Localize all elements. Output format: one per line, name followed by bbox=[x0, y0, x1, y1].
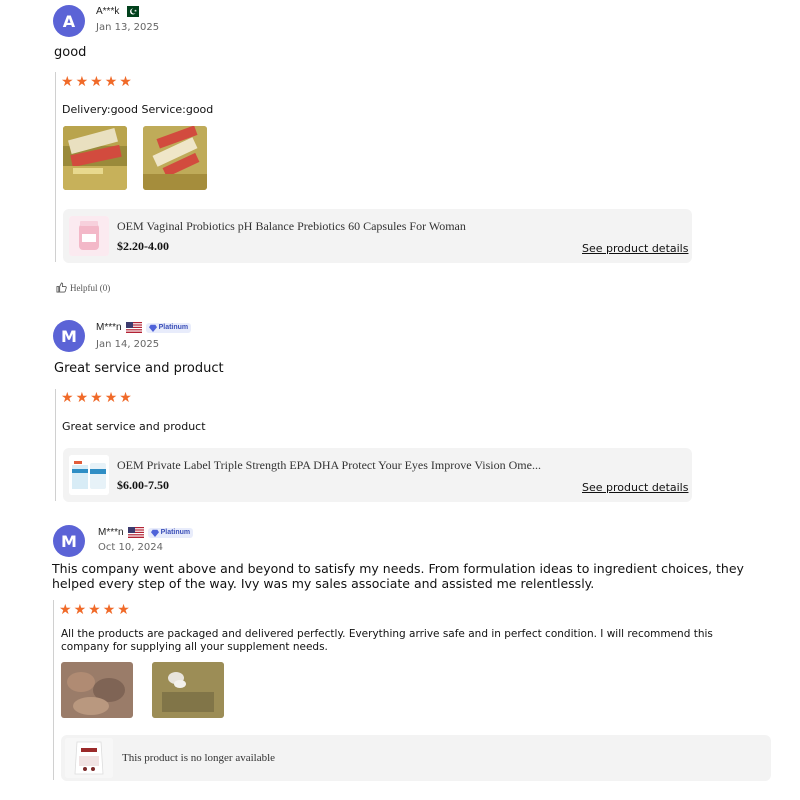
review-date: Oct 10, 2024 bbox=[98, 542, 163, 553]
product-unavailable-text: This product is no longer available bbox=[122, 752, 276, 764]
star-icon: ★ bbox=[61, 389, 74, 405]
star-icon: ★ bbox=[119, 73, 132, 89]
badge-label: Platinum bbox=[160, 529, 191, 536]
star-icon: ★ bbox=[61, 73, 74, 89]
helpful-button[interactable]: Helpful (0) bbox=[56, 282, 110, 293]
product-card[interactable]: OEM Private Label Triple Strength EPA DH… bbox=[63, 448, 692, 502]
pakistan-flag-icon bbox=[123, 6, 140, 17]
avatar: M bbox=[53, 525, 85, 557]
review-headline: This company went above and beyond to sa… bbox=[52, 561, 744, 591]
reviewer-info: M***n Platinum bbox=[98, 527, 194, 538]
platinum-badge: Platinum bbox=[145, 322, 192, 333]
rating-stars: ★ ★ ★ ★ ★ bbox=[59, 602, 130, 616]
review-headline: good bbox=[54, 45, 87, 60]
diamond-icon bbox=[148, 324, 157, 332]
review-body: Delivery:good Service:good bbox=[62, 103, 214, 116]
usa-flag-icon bbox=[125, 322, 142, 333]
review-divider bbox=[55, 72, 56, 262]
review-photo[interactable] bbox=[152, 662, 224, 718]
product-thumbnail bbox=[69, 216, 109, 256]
reviewer-info: M***n Platinum bbox=[96, 322, 192, 333]
product-title[interactable]: OEM Private Label Triple Strength EPA DH… bbox=[117, 458, 587, 473]
review-divider bbox=[53, 600, 54, 780]
see-product-details-link[interactable]: See product details bbox=[582, 481, 688, 494]
reviewer-name: M***n bbox=[98, 527, 124, 538]
avatar-letter: M bbox=[61, 326, 77, 346]
review-headline: Great service and product bbox=[54, 361, 224, 376]
star-icon: ★ bbox=[73, 601, 87, 617]
star-icon: ★ bbox=[90, 73, 103, 89]
see-product-details-link[interactable]: See product details bbox=[582, 242, 688, 255]
product-price: $2.20-4.00 bbox=[117, 239, 169, 253]
diamond-icon bbox=[150, 529, 159, 537]
avatar-letter: M bbox=[61, 531, 77, 551]
product-card[interactable]: OEM Vaginal Probiotics pH Balance Prebio… bbox=[63, 209, 692, 263]
reviewer-name: A***k bbox=[96, 6, 120, 17]
review-photo[interactable] bbox=[61, 662, 133, 718]
product-photo-image bbox=[63, 126, 127, 190]
product-thumbnail bbox=[69, 455, 109, 495]
platinum-badge: Platinum bbox=[147, 527, 194, 538]
product-title[interactable]: OEM Vaginal Probiotics pH Balance Prebio… bbox=[117, 219, 617, 234]
star-icon: ★ bbox=[119, 389, 132, 405]
product-card: This product is no longer available bbox=[61, 735, 771, 781]
collagen-pouch-icon bbox=[65, 738, 113, 778]
thumbs-up-icon bbox=[56, 282, 67, 293]
avatar: A bbox=[53, 5, 85, 37]
badge-label: Platinum bbox=[158, 324, 189, 331]
product-price: $6.00-7.50 bbox=[117, 478, 169, 492]
review-photo[interactable] bbox=[143, 126, 207, 190]
avatar-letter: A bbox=[62, 11, 76, 31]
review-divider bbox=[55, 389, 56, 501]
star-icon: ★ bbox=[102, 601, 116, 617]
product-thumbnail bbox=[65, 738, 113, 778]
bottle-icon bbox=[69, 216, 109, 256]
star-icon: ★ bbox=[59, 601, 72, 617]
reviewer-name: M***n bbox=[96, 322, 122, 333]
avatar: M bbox=[53, 320, 85, 352]
review-body: All the products are packaged and delive… bbox=[61, 628, 713, 653]
review-photo[interactable] bbox=[63, 126, 127, 190]
usa-flag-icon bbox=[127, 527, 144, 538]
star-icon: ★ bbox=[117, 601, 130, 617]
star-icon: ★ bbox=[75, 389, 89, 405]
review-date: Jan 13, 2025 bbox=[96, 22, 160, 33]
supplement-box-icon bbox=[69, 455, 109, 495]
star-icon: ★ bbox=[104, 389, 118, 405]
reviewer-info: A***k bbox=[96, 6, 140, 17]
rating-stars: ★ ★ ★ ★ ★ bbox=[61, 390, 132, 404]
product-photo-image bbox=[143, 126, 207, 190]
star-icon: ★ bbox=[90, 389, 103, 405]
review-date: Jan 14, 2025 bbox=[96, 339, 160, 350]
star-icon: ★ bbox=[104, 73, 118, 89]
helpful-label: Helpful (0) bbox=[70, 282, 111, 293]
packaged-product-photo bbox=[61, 662, 133, 718]
star-icon: ★ bbox=[75, 73, 89, 89]
packaged-product-photo bbox=[152, 662, 224, 718]
review-body: Great service and product bbox=[62, 420, 206, 433]
star-icon: ★ bbox=[88, 601, 101, 617]
rating-stars: ★ ★ ★ ★ ★ bbox=[61, 74, 132, 88]
